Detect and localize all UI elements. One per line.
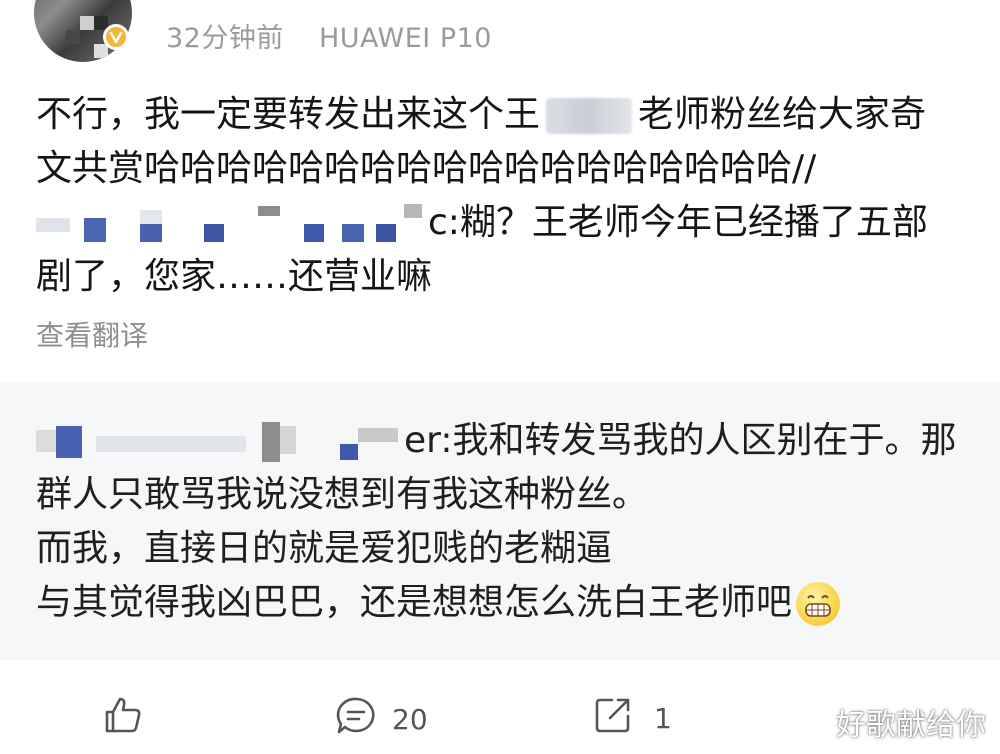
quoted-post-body: er:我和转发骂我的人区别在于。那 群人只敢骂我说没想到有我这种粉丝。 而我，直…: [36, 414, 976, 630]
quote-line: er:我和转发骂我的人区别在于。那: [36, 414, 976, 468]
quote-line: 而我，直接日的就是爱犯贱的老糊逼: [36, 528, 613, 569]
post-meta: 32分钟前 HUAWEI P10: [166, 16, 492, 55]
post-body: 不行，我一定要转发出来这个王 老师粉丝给大家奇 文共赏哈哈哈哈哈哈哈哈哈哈哈哈哈哈…: [36, 88, 966, 304]
verified-badge-icon: [103, 24, 129, 50]
grin-emoji-icon: [796, 582, 841, 626]
blurred-name: [546, 98, 633, 134]
post-line-text: 不行，我一定要转发出来这个王: [36, 94, 541, 135]
post-line-text: 老师粉丝给大家奇: [638, 94, 927, 135]
share-count: 1: [654, 702, 672, 735]
post-line: 剧了，您家……还营业嘛: [36, 256, 433, 297]
comment-count: 20: [392, 703, 428, 736]
thumbs-up-icon: [102, 694, 144, 743]
post-device: HUAWEI P10: [318, 23, 492, 54]
blurred-username[interactable]: [36, 422, 404, 462]
quote-line: 与其觉得我凶巴巴，还是想想怎么洗白王老师吧: [36, 576, 976, 630]
blurred-username[interactable]: [36, 204, 428, 244]
post-line: 不行，我一定要转发出来这个王 老师粉丝给大家奇: [36, 88, 966, 142]
post-line: 文共赏哈哈哈哈哈哈哈哈哈哈哈哈哈哈哈哈哈哈//: [36, 148, 817, 189]
quote-line-text: 与其觉得我凶巴巴，还是想想怎么洗白王老师吧: [36, 582, 793, 623]
quote-line: 群人只敢骂我说没想到有我这种粉丝。: [36, 474, 649, 515]
comment-icon: [334, 694, 378, 745]
post-line: c:糊？王老师今年已经播了五部: [36, 196, 966, 250]
share-button[interactable]: 1: [592, 694, 672, 743]
translate-link[interactable]: 查看翻译: [36, 314, 148, 354]
post-time: 32分钟前: [166, 23, 284, 54]
post-line-text: c:糊？王老师今年已经播了五部: [428, 202, 928, 243]
share-icon: [592, 694, 634, 743]
comment-button[interactable]: 20: [334, 694, 428, 745]
quote-line-text: er:我和转发骂我的人区别在于。那: [404, 420, 957, 461]
watermark: 好歌献给你: [836, 708, 986, 743]
like-button[interactable]: [102, 694, 144, 743]
